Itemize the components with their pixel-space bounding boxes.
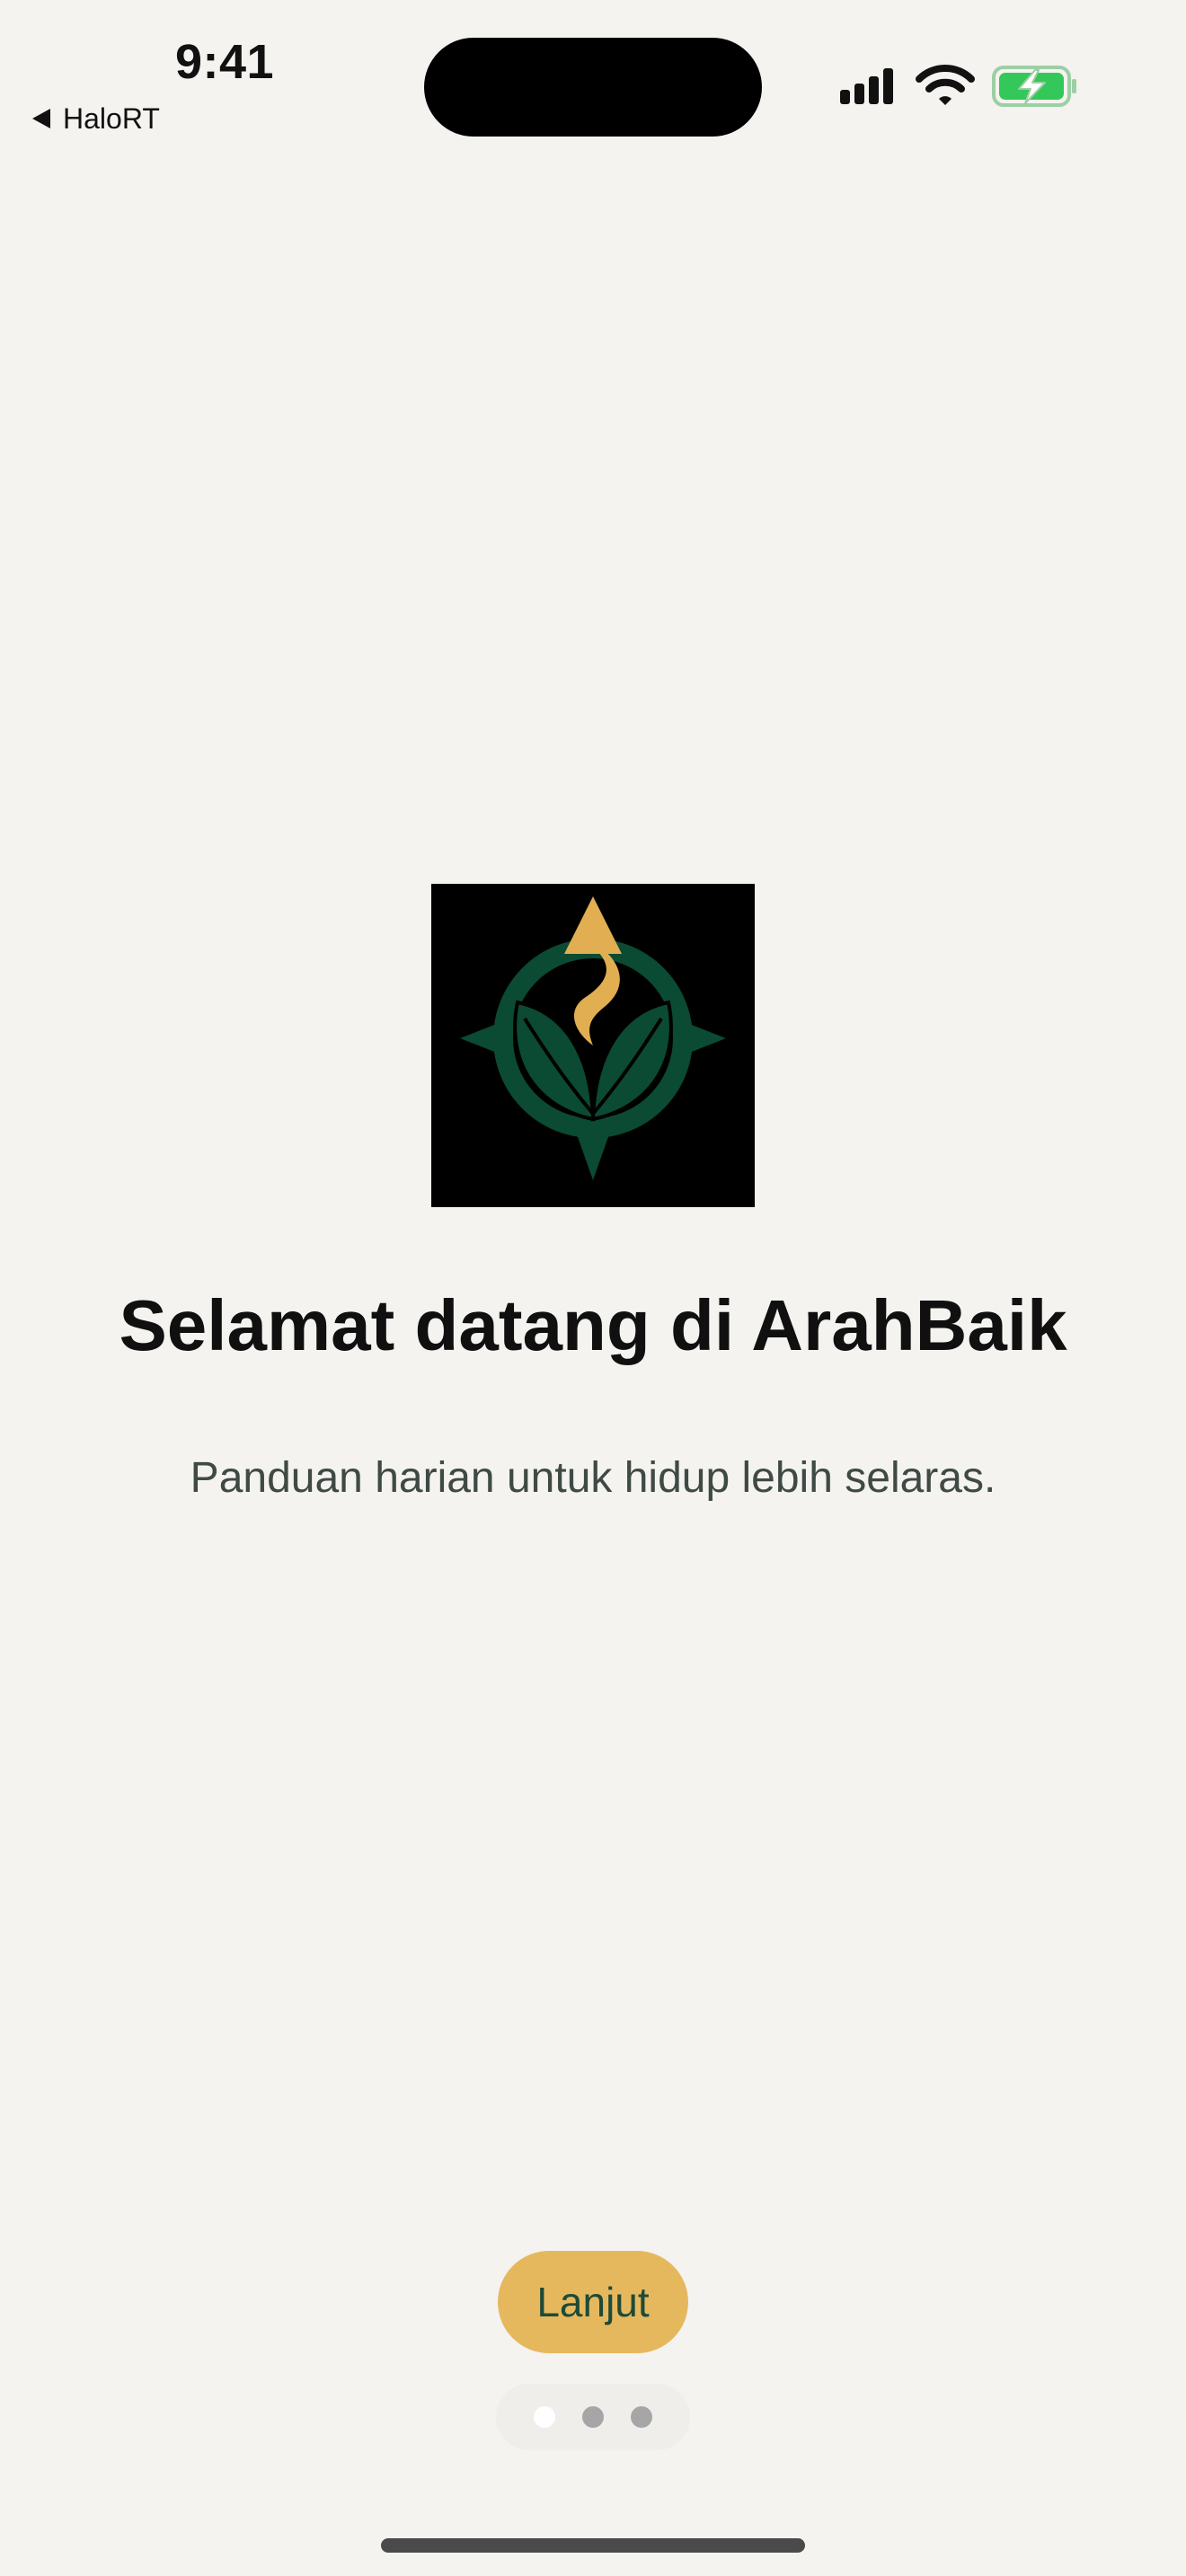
page-dot[interactable] bbox=[534, 2406, 555, 2428]
dynamic-island bbox=[424, 38, 762, 137]
status-icons bbox=[840, 65, 1076, 107]
signal-bars-icon bbox=[840, 68, 893, 104]
page-dot[interactable] bbox=[631, 2406, 652, 2428]
welcome-subtitle: Panduan harian untuk hidup lebih selaras… bbox=[190, 1454, 996, 1502]
back-app-label: HaloRT bbox=[63, 101, 160, 135]
back-triangle-icon bbox=[32, 109, 50, 128]
next-button[interactable]: Lanjut bbox=[498, 2251, 688, 2353]
page-dot[interactable] bbox=[582, 2406, 604, 2428]
page-indicator[interactable] bbox=[496, 2384, 690, 2450]
home-indicator[interactable] bbox=[381, 2538, 805, 2553]
compass-leaf-logo-icon bbox=[460, 896, 726, 1180]
app-logo bbox=[431, 884, 755, 1207]
wifi-icon bbox=[916, 65, 975, 105]
battery-charging-icon bbox=[992, 66, 1076, 107]
welcome-title: Selamat datang di ArahBaik bbox=[119, 1285, 1067, 1365]
back-to-app-link[interactable]: HaloRT bbox=[32, 101, 160, 137]
onboarding-screen: 9:41 HaloRT Selamat datang di ArahBaik P… bbox=[0, 0, 1186, 2576]
status-time: 9:41 bbox=[174, 35, 275, 89]
